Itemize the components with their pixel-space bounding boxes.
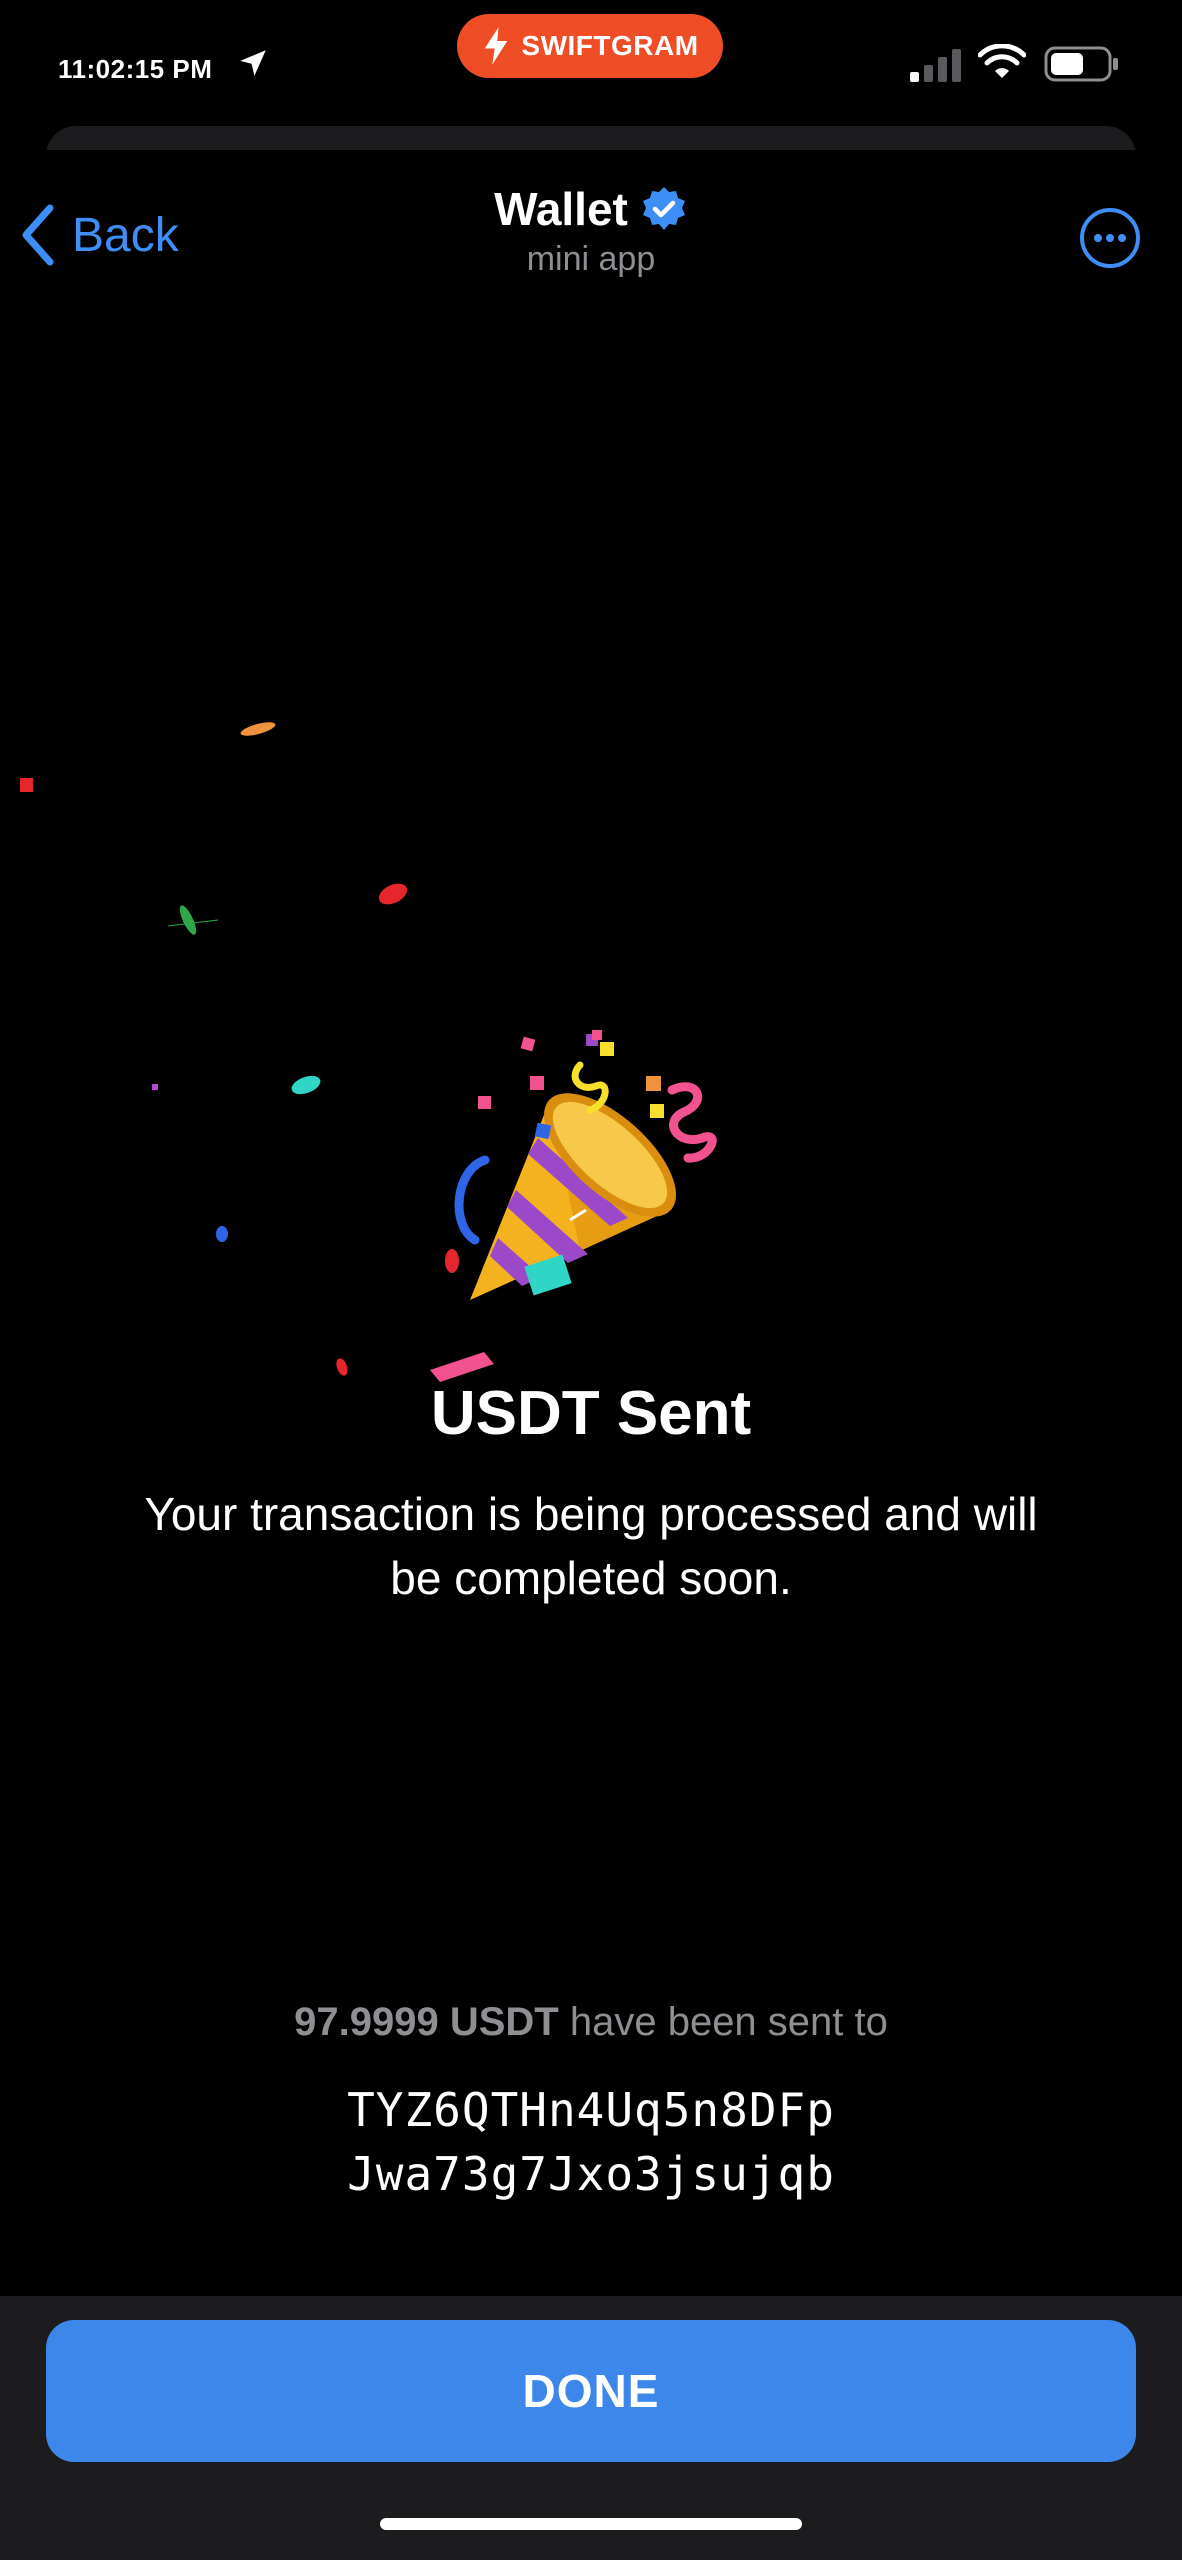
sent-amount: 97.9999 USDT <box>294 2000 559 2044</box>
confetti-piece <box>20 778 33 792</box>
confetti-piece <box>240 722 276 736</box>
more-options-icon[interactable] <box>1078 206 1142 270</box>
page-subtitle: mini app <box>526 240 656 278</box>
success-description: Your transaction is being processed and … <box>144 1488 1038 1604</box>
verified-badge-icon <box>642 187 685 230</box>
sent-suffix: have been sent to <box>569 2000 888 2044</box>
location-arrow-icon <box>240 50 266 76</box>
swiftgram-label: SWIFTGRAM <box>521 30 699 61</box>
address-line-1: TYZ6QTHn4Uq5n8DFp <box>347 2083 835 2137</box>
recipient-address[interactable]: TYZ6QTHn4Uq5n8DFp Jwa73g7Jxo3jsujqb <box>0 2078 1182 2206</box>
swiftgram-badge[interactable]: SWIFTGRAM <box>457 14 723 78</box>
confetti-piece <box>336 1358 348 1376</box>
confetti-piece <box>291 1075 321 1095</box>
party-popper-icon <box>454 1030 717 1300</box>
confetti-piece <box>216 1226 228 1242</box>
confetti-piece <box>152 1084 158 1090</box>
page-title: Wallet <box>494 183 628 235</box>
status-time: 11:02:15 PM <box>58 54 213 84</box>
done-button[interactable]: DONE <box>46 2320 1136 2462</box>
confetti-piece <box>167 905 219 935</box>
battery-icon <box>1044 46 1118 82</box>
address-line-2: Jwa73g7Jxo3jsujqb <box>347 2147 835 2201</box>
lightning-bolt-icon <box>485 27 508 65</box>
sent-summary: 97.9999 USDT have been sent to <box>0 2000 1182 2045</box>
wifi-icon <box>978 44 1026 78</box>
home-indicator[interactable] <box>380 2518 802 2530</box>
status-bar: 11:02:15 PM SWIFTGRAM <box>0 0 1182 130</box>
nav-title-block: Wallet mini app <box>0 182 1182 279</box>
confetti-piece <box>378 883 408 905</box>
success-title: USDT Sent <box>430 1379 752 1448</box>
signal-icon <box>910 49 961 82</box>
